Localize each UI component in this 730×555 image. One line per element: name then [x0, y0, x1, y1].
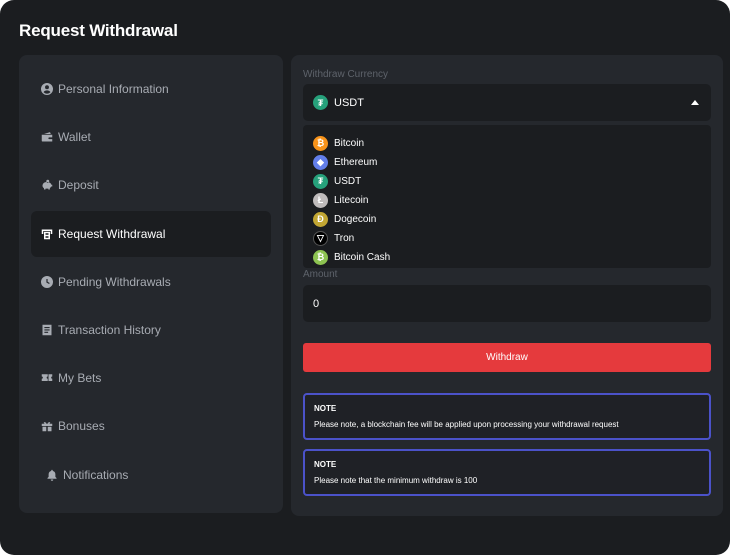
currency-option-usdt[interactable]: ₮ USDT — [313, 172, 361, 190]
note-text: Please note that the minimum withdraw is… — [314, 476, 478, 485]
currency-option-bitcoin[interactable]: ₿ Bitcoin — [313, 134, 364, 152]
option-label: Litecoin — [334, 194, 369, 206]
option-label: Bitcoin — [334, 137, 365, 149]
sidebar-item-pending-withdrawals[interactable]: Pending Withdrawals — [31, 259, 271, 305]
amount-label: Amount — [303, 269, 338, 280]
sidebar-item-label: My Bets — [58, 371, 102, 385]
note-blockchain-fee: NOTE Please note, a blockchain fee will … — [303, 393, 711, 440]
withdraw-button[interactable]: Withdraw — [303, 343, 711, 372]
amount-input[interactable] — [303, 285, 711, 322]
clock-icon — [41, 276, 53, 288]
litecoin-icon: Ł — [313, 192, 328, 208]
currency-option-tron[interactable]: ▽ Tron — [313, 229, 354, 247]
sidebar-item-bonuses[interactable]: Bonuses — [31, 403, 271, 449]
note-text: Please note, a blockchain fee will be ap… — [314, 420, 619, 429]
bitcoin-cash-icon: ₿ — [313, 249, 328, 265]
note-title: NOTE — [314, 404, 337, 413]
piggy-bank-icon — [41, 179, 53, 191]
sidebar-item-notifications[interactable]: Notifications — [31, 452, 271, 498]
note-minimum-withdraw: NOTE Please note that the minimum withdr… — [303, 449, 711, 496]
dogecoin-icon: Ð — [313, 211, 328, 227]
sidebar-item-wallet[interactable]: Wallet — [31, 114, 271, 160]
ethereum-icon: ◆ — [313, 154, 328, 170]
note-title: NOTE — [314, 460, 337, 469]
option-label: Dogecoin — [334, 213, 377, 225]
sidebar-item-personal-information[interactable]: Personal Information — [31, 66, 271, 112]
bitcoin-icon: ₿ — [313, 135, 328, 151]
option-label: Tron — [334, 232, 355, 244]
usdt-icon: ₮ — [313, 173, 328, 189]
option-label: USDT — [334, 175, 362, 187]
withdrawal-modal: Request Withdrawal Personal Information … — [0, 0, 730, 555]
sidebar-item-my-bets[interactable]: My Bets — [31, 355, 271, 401]
sidebar: Personal Information Wallet Deposit Requ… — [19, 55, 283, 513]
page-title: Request Withdrawal — [19, 21, 178, 40]
currency-option-dogecoin[interactable]: Ð Dogecoin — [313, 210, 376, 228]
currency-dropdown: ₿ Bitcoin ◆ Ethereum ₮ USDT Ł Litecoin Ð… — [303, 125, 711, 268]
sidebar-item-label: Transaction History — [58, 323, 161, 337]
sidebar-item-transaction-history[interactable]: Transaction History — [31, 307, 271, 353]
sidebar-item-label: Notifications — [63, 468, 129, 482]
currency-option-ethereum[interactable]: ◆ Ethereum — [313, 153, 377, 171]
sidebar-item-label: Request Withdrawal — [58, 227, 166, 241]
currency-select[interactable]: ₮ USDT — [303, 84, 711, 121]
usdt-icon: ₮ — [313, 95, 328, 110]
sidebar-item-label: Bonuses — [58, 419, 105, 433]
withdraw-form-panel: Withdraw Currency ₮ USDT ₿ Bitcoin ◆ Eth… — [291, 55, 723, 516]
document-icon — [41, 324, 53, 336]
user-circle-icon — [41, 83, 53, 95]
sidebar-item-label: Wallet — [58, 130, 91, 144]
caret-up-icon — [691, 100, 699, 105]
gift-icon — [41, 420, 53, 432]
sidebar-item-deposit[interactable]: Deposit — [31, 162, 271, 208]
currency-label: Withdraw Currency — [303, 69, 389, 80]
tickets-icon — [41, 372, 53, 384]
bell-icon — [46, 469, 58, 481]
wallet-icon — [41, 131, 53, 143]
option-label: Bitcoin Cash — [334, 251, 391, 263]
withdraw-icon — [41, 228, 53, 240]
option-label: Ethereum — [334, 156, 378, 168]
sidebar-item-label: Personal Information — [58, 82, 169, 96]
sidebar-item-label: Pending Withdrawals — [58, 275, 171, 289]
tron-icon: ▽ — [313, 230, 328, 246]
sidebar-item-label: Deposit — [58, 178, 99, 192]
sidebar-item-request-withdrawal[interactable]: Request Withdrawal — [31, 211, 271, 257]
currency-option-litecoin[interactable]: Ł Litecoin — [313, 191, 368, 209]
currency-option-bitcoin-cash[interactable]: ₿ Bitcoin Cash — [313, 248, 390, 266]
selected-currency: USDT — [334, 96, 364, 109]
